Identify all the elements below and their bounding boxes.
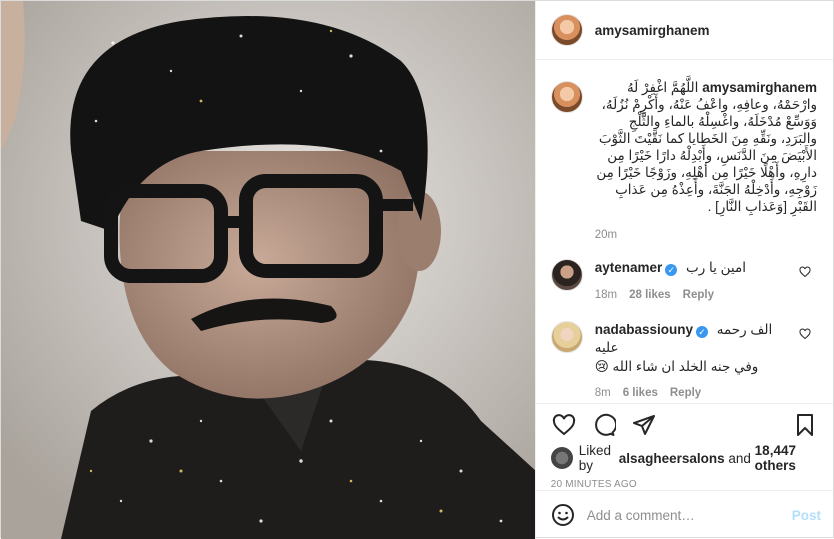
heart-outline-icon[interactable] [544,408,584,442]
portrait-image [1,1,535,539]
caption-username[interactable]: amysamirghanem [702,80,817,95]
bookmark-icon[interactable] [785,408,825,442]
comment-likes[interactable]: 28 likes [629,289,671,301]
liker-avatar[interactable] [550,447,573,469]
comment-input[interactable] [586,507,792,523]
liker-username[interactable]: alsagheersalons [619,451,725,466]
comments-list[interactable]: amysamirghanem اللَّهُمَّ اغْفِرْ لَهُ و… [536,61,833,403]
comment-item: aytenamer ✓ امين يا رب 18m 28 likes Reply [536,259,833,301]
comment-bubble-icon[interactable] [584,408,624,442]
commenter-avatar[interactable] [550,321,583,353]
comment-likes[interactable]: 6 likes [623,387,658,399]
post-photo[interactable] [1,1,535,539]
commenter-avatar[interactable] [550,259,583,291]
comment-like-heart-icon[interactable] [799,265,811,283]
author-username[interactable]: amysamirghanem [595,23,710,38]
post-modal: amysamirghanem amysamirghanem اللَّهُمَّ… [0,0,834,539]
comment-time[interactable]: 18m [595,289,617,301]
reply-button[interactable]: Reply [683,289,714,301]
likes-and: and [728,450,751,466]
likes-count[interactable]: 18,447 others [755,443,817,473]
post-comment-button[interactable]: Post [792,508,821,523]
paper-plane-icon[interactable] [624,408,664,442]
caption-text: اللَّهُمَّ اغْفِرْ لَهُ وارْحَمْهُ، وعاف… [596,80,817,214]
caption-avatar[interactable] [550,81,583,113]
verified-badge-icon: ✓ [665,264,678,276]
post-header: amysamirghanem [535,1,833,60]
comment-time[interactable]: 8m [595,387,611,399]
commenter-username[interactable]: aytenamer [595,260,663,275]
comment-text-line2: وفي جنه الخلد ان شاء الله 😢 [594,359,759,374]
caption: amysamirghanem اللَّهُمَّ اغْفِرْ لَهُ و… [536,61,833,241]
post-timestamp[interactable]: 20 MINUTES AGO [536,473,833,490]
comment-text: امين يا رب [686,260,746,275]
caption-time[interactable]: 20m [595,229,817,241]
caption-text-block: amysamirghanem اللَّهُمَّ اغْفِرْ لَهُ و… [595,79,817,215]
author-avatar[interactable] [550,14,583,46]
post-side-panel: amysamirghanem amysamirghanem اللَّهُمَّ… [534,1,833,539]
comment-item: nadabassiouny ✓ الف رحمه عليه وفي جنه الخ… [536,321,833,399]
reply-button[interactable]: Reply [670,387,701,399]
post-actions: Liked by alsagheersalons and 18,447 othe… [535,403,833,499]
comment-like-heart-icon[interactable] [799,327,811,345]
likes-summary: Liked by alsagheersalons and 18,447 othe… [536,440,833,473]
verified-badge-icon: ✓ [696,326,708,338]
smiley-icon[interactable] [551,503,577,527]
commenter-username[interactable]: nadabassiouny [595,322,693,337]
likes-prefix: Liked by [578,443,611,473]
add-comment-bar: Post [535,490,833,539]
